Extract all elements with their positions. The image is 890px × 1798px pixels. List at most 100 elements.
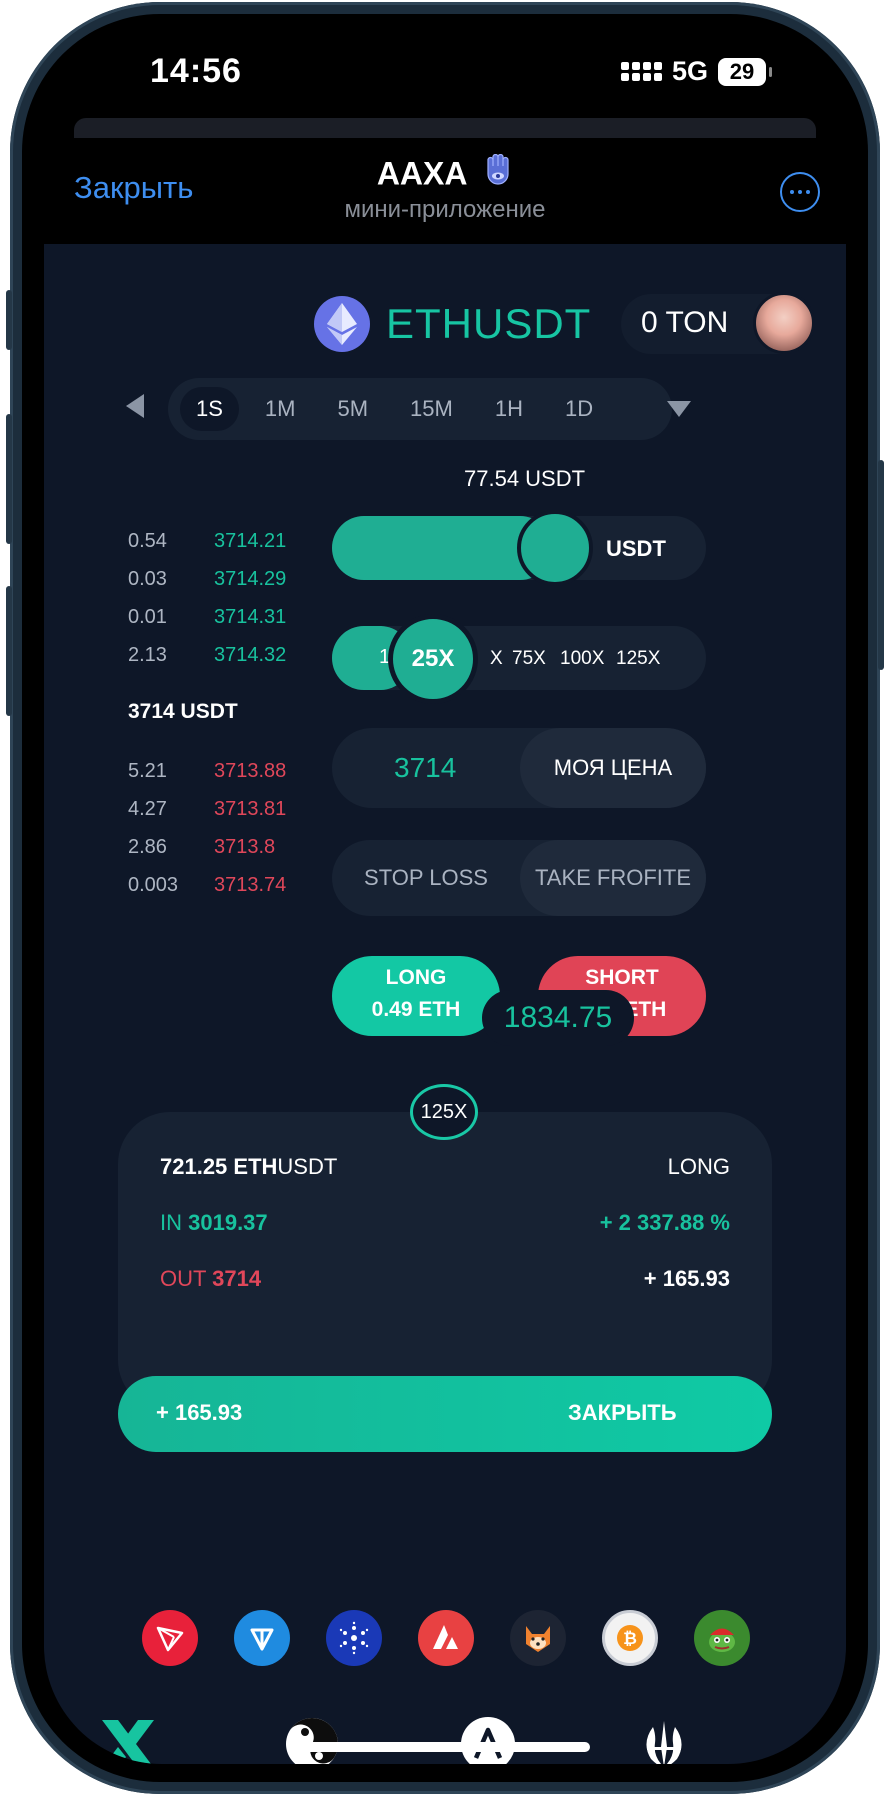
exit-price: 3714 xyxy=(212,1266,262,1291)
orderbook-row: 2.13 3714.32 xyxy=(128,644,286,667)
balance-pill[interactable]: 0 TON xyxy=(621,292,815,354)
network-type: 5G xyxy=(671,56,708,86)
leverage-slider[interactable]: 1 25X X 75X 100X 125X xyxy=(332,614,706,704)
ethereum-icon xyxy=(314,296,370,352)
stop-loss-button[interactable]: STOP LOSS xyxy=(332,840,520,916)
status-time: 14:56 xyxy=(150,52,242,90)
risk-controls: STOP LOSS TAKE FROFITE xyxy=(332,840,706,916)
chevron-left-icon[interactable] xyxy=(126,394,144,418)
position-pct-change: + 2 337.88 % xyxy=(599,1210,730,1235)
position-size-value: 721.25 ETH xyxy=(160,1154,278,1179)
leverage-handle[interactable]: 25X xyxy=(388,614,478,704)
avatar[interactable] xyxy=(753,292,815,354)
close-position-button[interactable]: + 165.93 ЗАКРЫТЬ xyxy=(118,1376,772,1452)
orderbook-row: 0.03 3714.29 xyxy=(128,568,286,591)
leverage-option[interactable]: X xyxy=(490,648,503,670)
power-button xyxy=(878,460,884,670)
price-input[interactable]: 3714 МОЯ ЦЕНА xyxy=(332,728,706,808)
position-pnl: + 165.93 xyxy=(643,1266,730,1291)
orderbook-price: 3713.88 xyxy=(214,760,287,782)
caret-down-icon[interactable] xyxy=(667,401,692,417)
timeframe-1m[interactable]: 1M xyxy=(249,387,312,431)
orderbook-price: 3713.81 xyxy=(214,798,287,820)
orderbook-price: 3714.31 xyxy=(214,606,287,628)
orderbook-row: 4.27 3713.81 xyxy=(128,798,286,821)
orderbook-row: 5.21 3713.88 xyxy=(128,760,286,783)
price-value[interactable]: 3714 xyxy=(394,752,456,784)
pair-label: ETHUSDT xyxy=(386,300,592,347)
orderbook-qty: 2.86 xyxy=(128,836,167,858)
balance-value: 0 TON xyxy=(641,306,729,339)
exit-label: OUT xyxy=(160,1266,207,1291)
orderbook-price: 3713.8 xyxy=(214,836,276,858)
orderbook-qty: 0.54 xyxy=(128,530,167,552)
nav-exchange-icon[interactable] xyxy=(98,1714,158,1764)
position-size: 721.25 ETHUSDT xyxy=(160,1154,337,1180)
close-pnl: + 165.93 xyxy=(156,1400,243,1425)
position-size-quote: USDT xyxy=(277,1154,338,1179)
orderbook-qty: 0.01 xyxy=(128,606,167,628)
orderbook-price: 3714.32 xyxy=(214,644,287,666)
amount-slider-handle[interactable] xyxy=(517,510,593,586)
leverage-option[interactable]: 75X xyxy=(512,648,546,670)
amount-unit: USDT xyxy=(606,536,666,561)
amount-value: 77.54 USDT xyxy=(464,466,586,491)
more-options-icon[interactable] xyxy=(780,172,820,212)
leverage-selected: 25X xyxy=(411,645,455,672)
my-price-button[interactable]: МОЯ ЦЕНА xyxy=(520,728,706,808)
entry-price: 3019.37 xyxy=(188,1210,268,1235)
shiba-icon[interactable] xyxy=(510,1610,566,1666)
take-profit-button[interactable]: TAKE FROFITE xyxy=(520,840,706,916)
bottom-navigation xyxy=(44,1714,846,1764)
leverage-option[interactable]: 125X xyxy=(616,648,660,670)
pair-selector[interactable]: ETHUSDT xyxy=(314,296,591,352)
orderbook-qty: 2.13 xyxy=(128,644,167,666)
timeframe-1s[interactable]: 1S xyxy=(180,387,239,431)
cardano-icon[interactable] xyxy=(326,1610,382,1666)
orderbook-price: 3714.29 xyxy=(214,568,287,590)
app-title: AAXA xyxy=(44,153,846,198)
orderbook-price: 3713.74 xyxy=(214,874,287,896)
position-exit: OUT 3714 xyxy=(160,1266,261,1292)
side-button xyxy=(6,290,12,350)
nav-jedi-icon[interactable] xyxy=(634,1714,694,1764)
orderbook-row: 0.54 3714.21 xyxy=(128,530,286,553)
timeframe-15m[interactable]: 15M xyxy=(394,387,469,431)
ton-icon[interactable] xyxy=(234,1610,290,1666)
entry-label: IN xyxy=(160,1210,182,1235)
amount-slider[interactable]: USDT xyxy=(332,510,706,586)
pepe-icon[interactable] xyxy=(694,1610,750,1666)
home-indicator[interactable] xyxy=(302,1742,590,1752)
hamsa-icon xyxy=(483,153,513,198)
position-side: LONG xyxy=(667,1154,730,1179)
long-button[interactable]: LONG 0.49 ETH xyxy=(332,956,500,1036)
current-price: 1834.75 xyxy=(482,990,634,1046)
timeframe-1d[interactable]: 1D xyxy=(549,387,609,431)
nav-yin-yang-icon[interactable] xyxy=(282,1714,342,1764)
short-label: SHORT xyxy=(585,966,659,989)
orderbook-row: 0.01 3714.31 xyxy=(128,606,286,629)
leverage-option[interactable]: 100X xyxy=(560,648,604,670)
avalanche-icon[interactable] xyxy=(418,1610,474,1666)
orderbook-mid-price: 3714 USDT xyxy=(128,700,238,723)
orderbook-qty: 4.27 xyxy=(128,798,167,820)
coin-list: ₿ xyxy=(142,1610,750,1666)
orderbook-row: 0.003 3713.74 xyxy=(128,874,286,897)
long-amount: 0.49 ETH xyxy=(371,998,461,1021)
long-label: LONG xyxy=(385,966,447,989)
sheet-grabber xyxy=(74,118,816,138)
timeframe-5m[interactable]: 5M xyxy=(321,387,384,431)
timeframe-1h[interactable]: 1H xyxy=(479,387,539,431)
close-label: ЗАКРЫТЬ xyxy=(568,1400,677,1425)
tron-icon[interactable] xyxy=(142,1610,198,1666)
orderbook-price: 3714.21 xyxy=(214,530,287,552)
app-subtitle: мини-приложение xyxy=(344,196,546,223)
orderbook-qty: 5.21 xyxy=(128,760,167,782)
nav-arch-icon[interactable] xyxy=(458,1714,518,1764)
orderbook-row: 2.86 3713.8 xyxy=(128,836,275,859)
bitcoin-icon[interactable]: ₿ xyxy=(602,1610,658,1666)
volume-down-button xyxy=(6,586,12,716)
trading-app: ETHUSDT 0 TON 1S 1M 5M 15M 1H 1D 0.54 371… xyxy=(44,244,846,1764)
position-card: 721.25 ETHUSDT LONG IN 3019.37 + 2 337.8… xyxy=(118,1112,772,1412)
battery-icon: 29 xyxy=(718,57,772,86)
